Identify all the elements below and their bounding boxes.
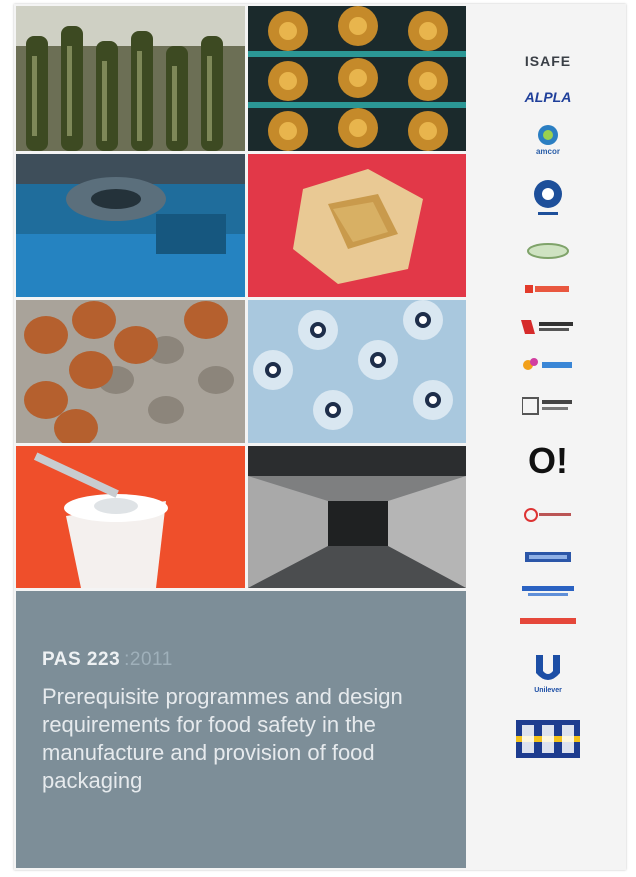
oi-logo-icon: O! xyxy=(528,440,568,481)
title-panel: PAS 223:2011 Prerequisite programmes and… xyxy=(16,591,466,868)
document-cover: PAS 223:2011 Prerequisite programmes and… xyxy=(14,4,626,870)
bottles-photo-icon xyxy=(16,6,245,151)
sponsor-red-text-logo-icon xyxy=(474,610,622,632)
alpla-logo-icon: ALPLA xyxy=(524,89,572,105)
sponsor-blue-logo-icon xyxy=(474,544,622,570)
sponsor-multicolor-logo-icon xyxy=(474,350,622,380)
unilever-logo-icon: Unilever xyxy=(474,644,622,702)
machine-photo-icon xyxy=(16,154,245,297)
isafe-logo-icon: ISAFE xyxy=(524,53,572,69)
sponsor-blue-text-logo-icon xyxy=(474,578,622,604)
capsules-photo-icon xyxy=(248,6,466,151)
sponsor-red-logo-icon xyxy=(474,276,622,302)
sponsor-logos: ISAFE ALPLA amcor O! Unilever xyxy=(474,44,622,854)
plastic-lids-photo-icon xyxy=(248,300,466,443)
sponsor-redblack-logo-icon xyxy=(474,312,622,342)
sponsor-oval-logo-icon xyxy=(474,236,622,266)
document-description: Prerequisite programmes and design requi… xyxy=(42,684,403,793)
yogurt-pot-photo-icon xyxy=(16,446,245,588)
bsi-logo-icon xyxy=(474,716,622,762)
egg-tray-photo-icon xyxy=(16,300,245,443)
sponsor-circle-logo-icon xyxy=(474,174,622,222)
photo-grid xyxy=(16,6,466,588)
standard-identifier: PAS 223:2011 xyxy=(42,649,173,671)
standard-year: :2011 xyxy=(124,649,173,670)
standard-code: PAS 223 xyxy=(42,649,121,670)
sponsor-gray-logo-icon xyxy=(474,388,622,424)
amcor-logo-icon: amcor xyxy=(474,116,622,162)
sponsor-small-red-logo-icon xyxy=(474,498,622,532)
cardboard-box-photo-icon xyxy=(248,154,466,297)
warehouse-photo-icon xyxy=(248,446,466,588)
